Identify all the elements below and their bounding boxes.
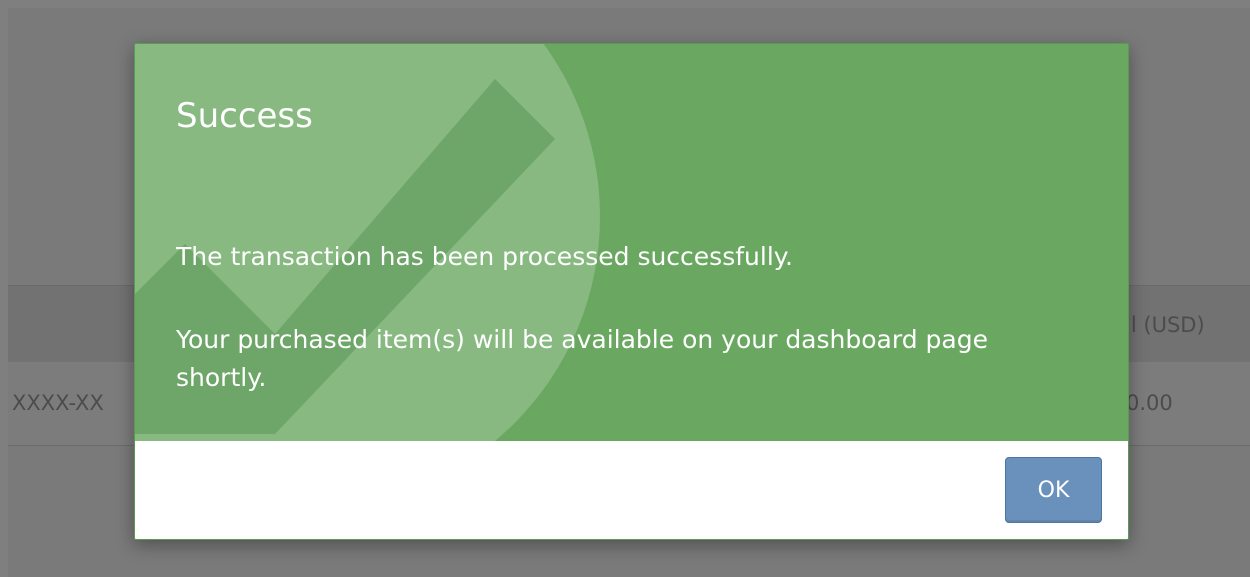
dialog-body: Success The transaction has been process… bbox=[135, 44, 1128, 441]
success-dialog: Success The transaction has been process… bbox=[134, 43, 1129, 540]
dialog-message-secondary: Your purchased item(s) will be available… bbox=[176, 325, 988, 392]
dialog-message-primary: The transaction has been processed succe… bbox=[176, 242, 793, 271]
dialog-footer: OK bbox=[135, 441, 1128, 539]
dialog-title: Success bbox=[176, 96, 313, 136]
ok-button[interactable]: OK bbox=[1005, 457, 1102, 523]
